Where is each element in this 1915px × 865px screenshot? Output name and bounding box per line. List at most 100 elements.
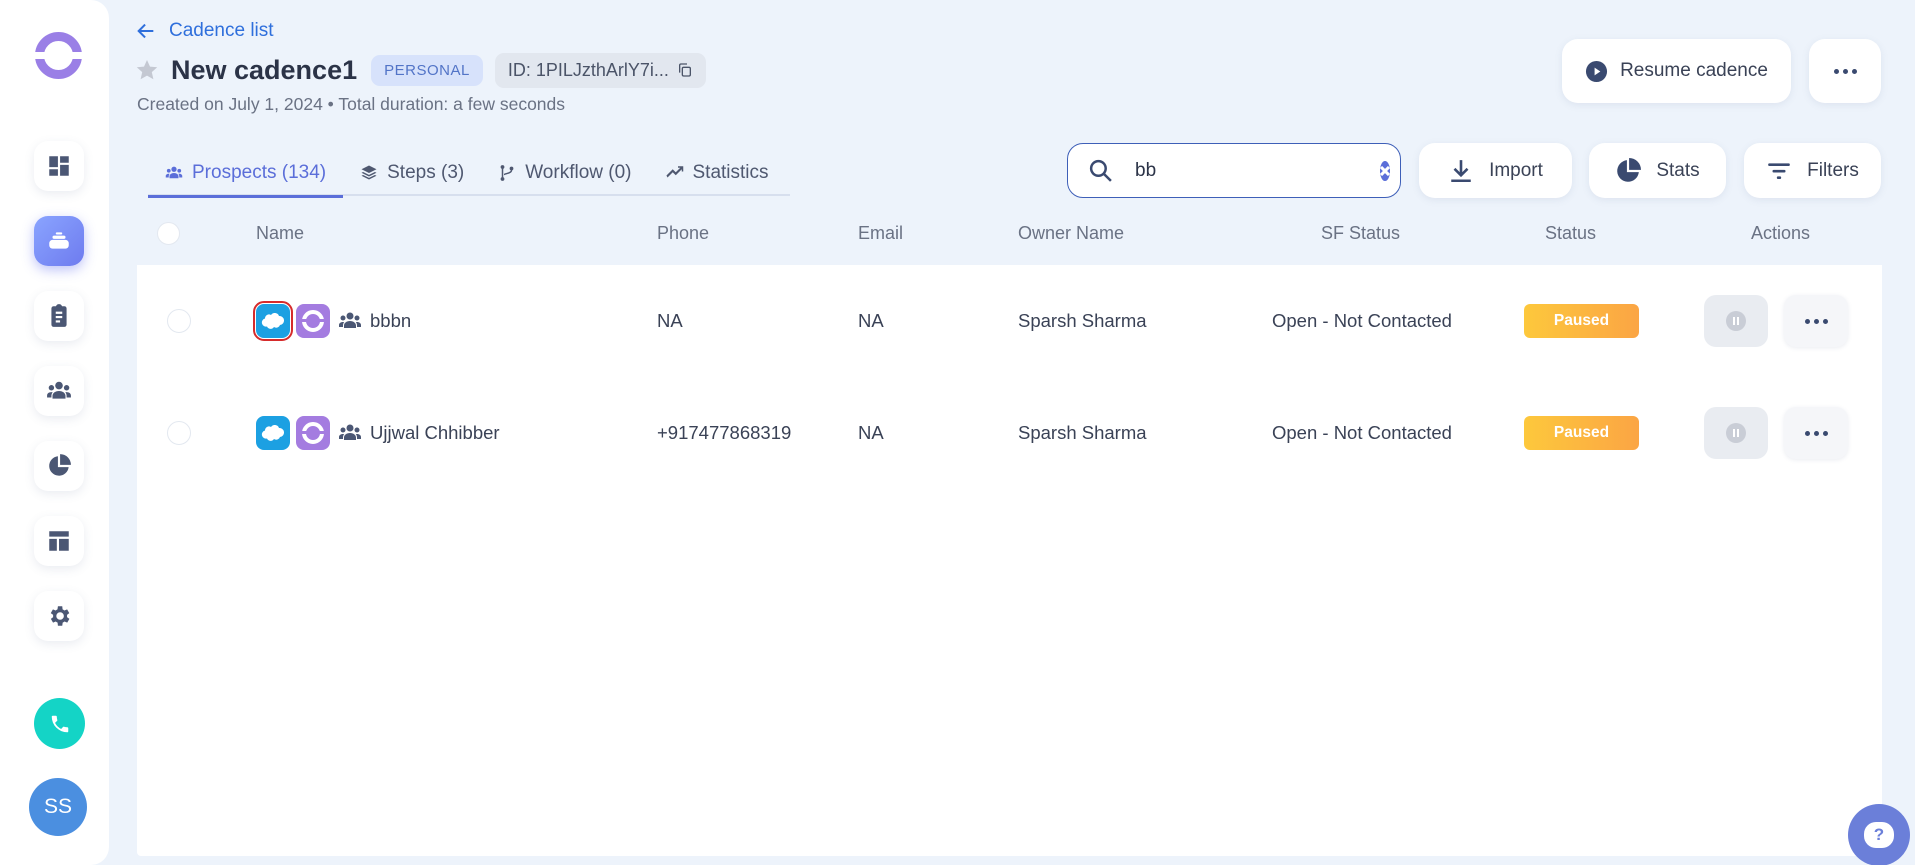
branch-icon — [500, 165, 514, 181]
people-icon — [165, 166, 183, 179]
sidebar-item-people[interactable] — [34, 366, 84, 416]
prospect-phone: +917477868319 — [657, 422, 792, 443]
column-header-status[interactable]: Status — [1545, 223, 1596, 244]
prospect-sf-status: Open - Not Contacted — [1272, 310, 1452, 331]
page-title: New cadence1 — [171, 54, 358, 85]
cadence-logo-icon[interactable] — [296, 304, 330, 338]
filters-label: Filters — [1807, 159, 1859, 181]
prospect-owner: Sparsh Sharma — [1018, 422, 1147, 443]
row-checkbox[interactable] — [167, 309, 191, 333]
sidebar-item-templates[interactable] — [34, 516, 84, 566]
table-row[interactable]: bbbn NA NA Sparsh Sharma Open - Not Cont… — [137, 265, 1882, 377]
cadence-icon — [49, 232, 69, 249]
title-row: New cadence1 PERSONAL ID: 1PILJzthArlY7i… — [135, 52, 706, 88]
stats-label: Stats — [1656, 159, 1700, 181]
prospect-phone: NA — [657, 310, 683, 331]
import-label: Import — [1489, 159, 1543, 181]
more-icon — [1804, 318, 1828, 324]
tab-prospects[interactable]: Prospects (134) — [148, 150, 344, 198]
user-avatar[interactable]: SS — [29, 778, 87, 836]
tab-workflow[interactable]: Workflow (0) — [481, 150, 648, 196]
play-circle-icon — [1586, 60, 1608, 82]
phone-icon — [51, 715, 68, 732]
column-header-name[interactable]: Name — [256, 223, 304, 244]
column-header-phone[interactable]: Phone — [657, 223, 709, 244]
call-button[interactable] — [34, 698, 85, 749]
filter-icon — [1768, 162, 1790, 179]
cadence-tabs: Prospects (134) Steps (3) Workflow (0) S… — [148, 150, 790, 198]
prospect-email: NA — [858, 422, 884, 443]
row-checkbox[interactable] — [167, 421, 191, 445]
pie-chart-icon — [1617, 157, 1642, 182]
salesforce-icon[interactable] — [253, 301, 293, 341]
clear-search-icon[interactable] — [1380, 160, 1390, 181]
lead-icon — [338, 309, 362, 333]
sidebar-item-dashboard[interactable] — [34, 141, 84, 191]
arrow-left-icon — [137, 23, 154, 39]
resume-cadence-label: Resume cadence — [1620, 60, 1768, 81]
layers-icon — [361, 165, 377, 180]
tasks-icon — [51, 304, 67, 327]
cadence-meta: Created on July 1, 2024 • Total duration… — [137, 94, 566, 114]
column-header-owner[interactable]: Owner Name — [1018, 223, 1124, 244]
back-to-cadence-list[interactable]: Cadence list — [135, 20, 274, 42]
import-button[interactable]: Import — [1419, 143, 1572, 198]
prospect-name[interactable]: bbbn — [370, 310, 411, 332]
templates-icon — [49, 531, 69, 551]
trending-icon — [665, 166, 683, 178]
status-badge: Paused — [1524, 304, 1639, 338]
cadence-logo-icon[interactable] — [296, 416, 330, 450]
prospect-sf-status: Open - Not Contacted — [1272, 422, 1452, 443]
pause-button[interactable] — [1704, 407, 1768, 459]
table-header: Name Phone Email Owner Name SF Status St… — [137, 213, 1882, 255]
dashboard-icon — [49, 156, 69, 176]
settings-icon — [50, 606, 70, 626]
reports-icon — [49, 454, 71, 476]
download-icon — [1451, 159, 1471, 182]
lead-icon — [338, 421, 362, 445]
cadence-id-chip[interactable]: ID: 1PILJzthArlY7i... — [494, 52, 706, 88]
copy-icon[interactable] — [677, 62, 693, 78]
filters-button[interactable]: Filters — [1744, 143, 1881, 198]
favorite-star-icon[interactable] — [135, 58, 159, 82]
table-row[interactable]: Ujjwal Chhibber +917477868319 NA Sparsh … — [137, 377, 1882, 489]
select-all-checkbox[interactable] — [157, 222, 180, 245]
cadence-id-text: ID: 1PILJzthArlY7i... — [507, 59, 669, 80]
prospect-owner: Sparsh Sharma — [1018, 310, 1147, 331]
sidebar-item-cadences[interactable] — [34, 216, 84, 266]
prospect-email: NA — [858, 310, 884, 331]
pause-icon — [1726, 423, 1746, 443]
back-link-label: Cadence list — [169, 20, 274, 41]
search-icon — [1089, 159, 1112, 182]
sidebar-item-settings[interactable] — [34, 591, 84, 641]
sidebar-item-tasks[interactable] — [34, 291, 84, 341]
column-header-actions: Actions — [1751, 223, 1811, 243]
pause-icon — [1726, 311, 1746, 331]
pause-button[interactable] — [1704, 295, 1768, 347]
salesforce-icon[interactable] — [256, 416, 290, 450]
column-header-sf-status[interactable]: SF Status — [1321, 223, 1400, 244]
prospect-name-cell: Ujjwal Chhibber — [256, 377, 500, 489]
prospect-name-cell: bbbn — [253, 265, 411, 377]
prospect-name[interactable]: Ujjwal Chhibber — [370, 422, 500, 444]
more-icon — [1804, 430, 1828, 436]
app-logo[interactable] — [32, 32, 85, 79]
search-box — [1067, 143, 1401, 198]
sidebar-item-reports[interactable] — [34, 441, 84, 491]
tab-steps[interactable]: Steps (3) — [343, 150, 481, 196]
more-options-button[interactable] — [1809, 39, 1881, 103]
sidebar: SS — [0, 0, 109, 865]
tab-workflow-label: Workflow (0) — [525, 162, 632, 183]
row-more-button[interactable] — [1784, 407, 1848, 459]
tab-prospects-label: Prospects (134) — [192, 162, 327, 183]
tab-statistics[interactable]: Statistics — [649, 150, 786, 196]
help-icon: ? — [1864, 822, 1894, 848]
help-chat-button[interactable]: ? — [1848, 804, 1910, 865]
row-more-button[interactable] — [1784, 295, 1848, 347]
stats-button[interactable]: Stats — [1589, 143, 1726, 198]
search-input[interactable] — [1135, 159, 1380, 182]
more-icon — [1833, 68, 1857, 74]
column-header-email[interactable]: Email — [858, 223, 903, 244]
resume-cadence-button[interactable]: Resume cadence — [1562, 39, 1791, 103]
tab-steps-label: Steps (3) — [387, 162, 465, 183]
